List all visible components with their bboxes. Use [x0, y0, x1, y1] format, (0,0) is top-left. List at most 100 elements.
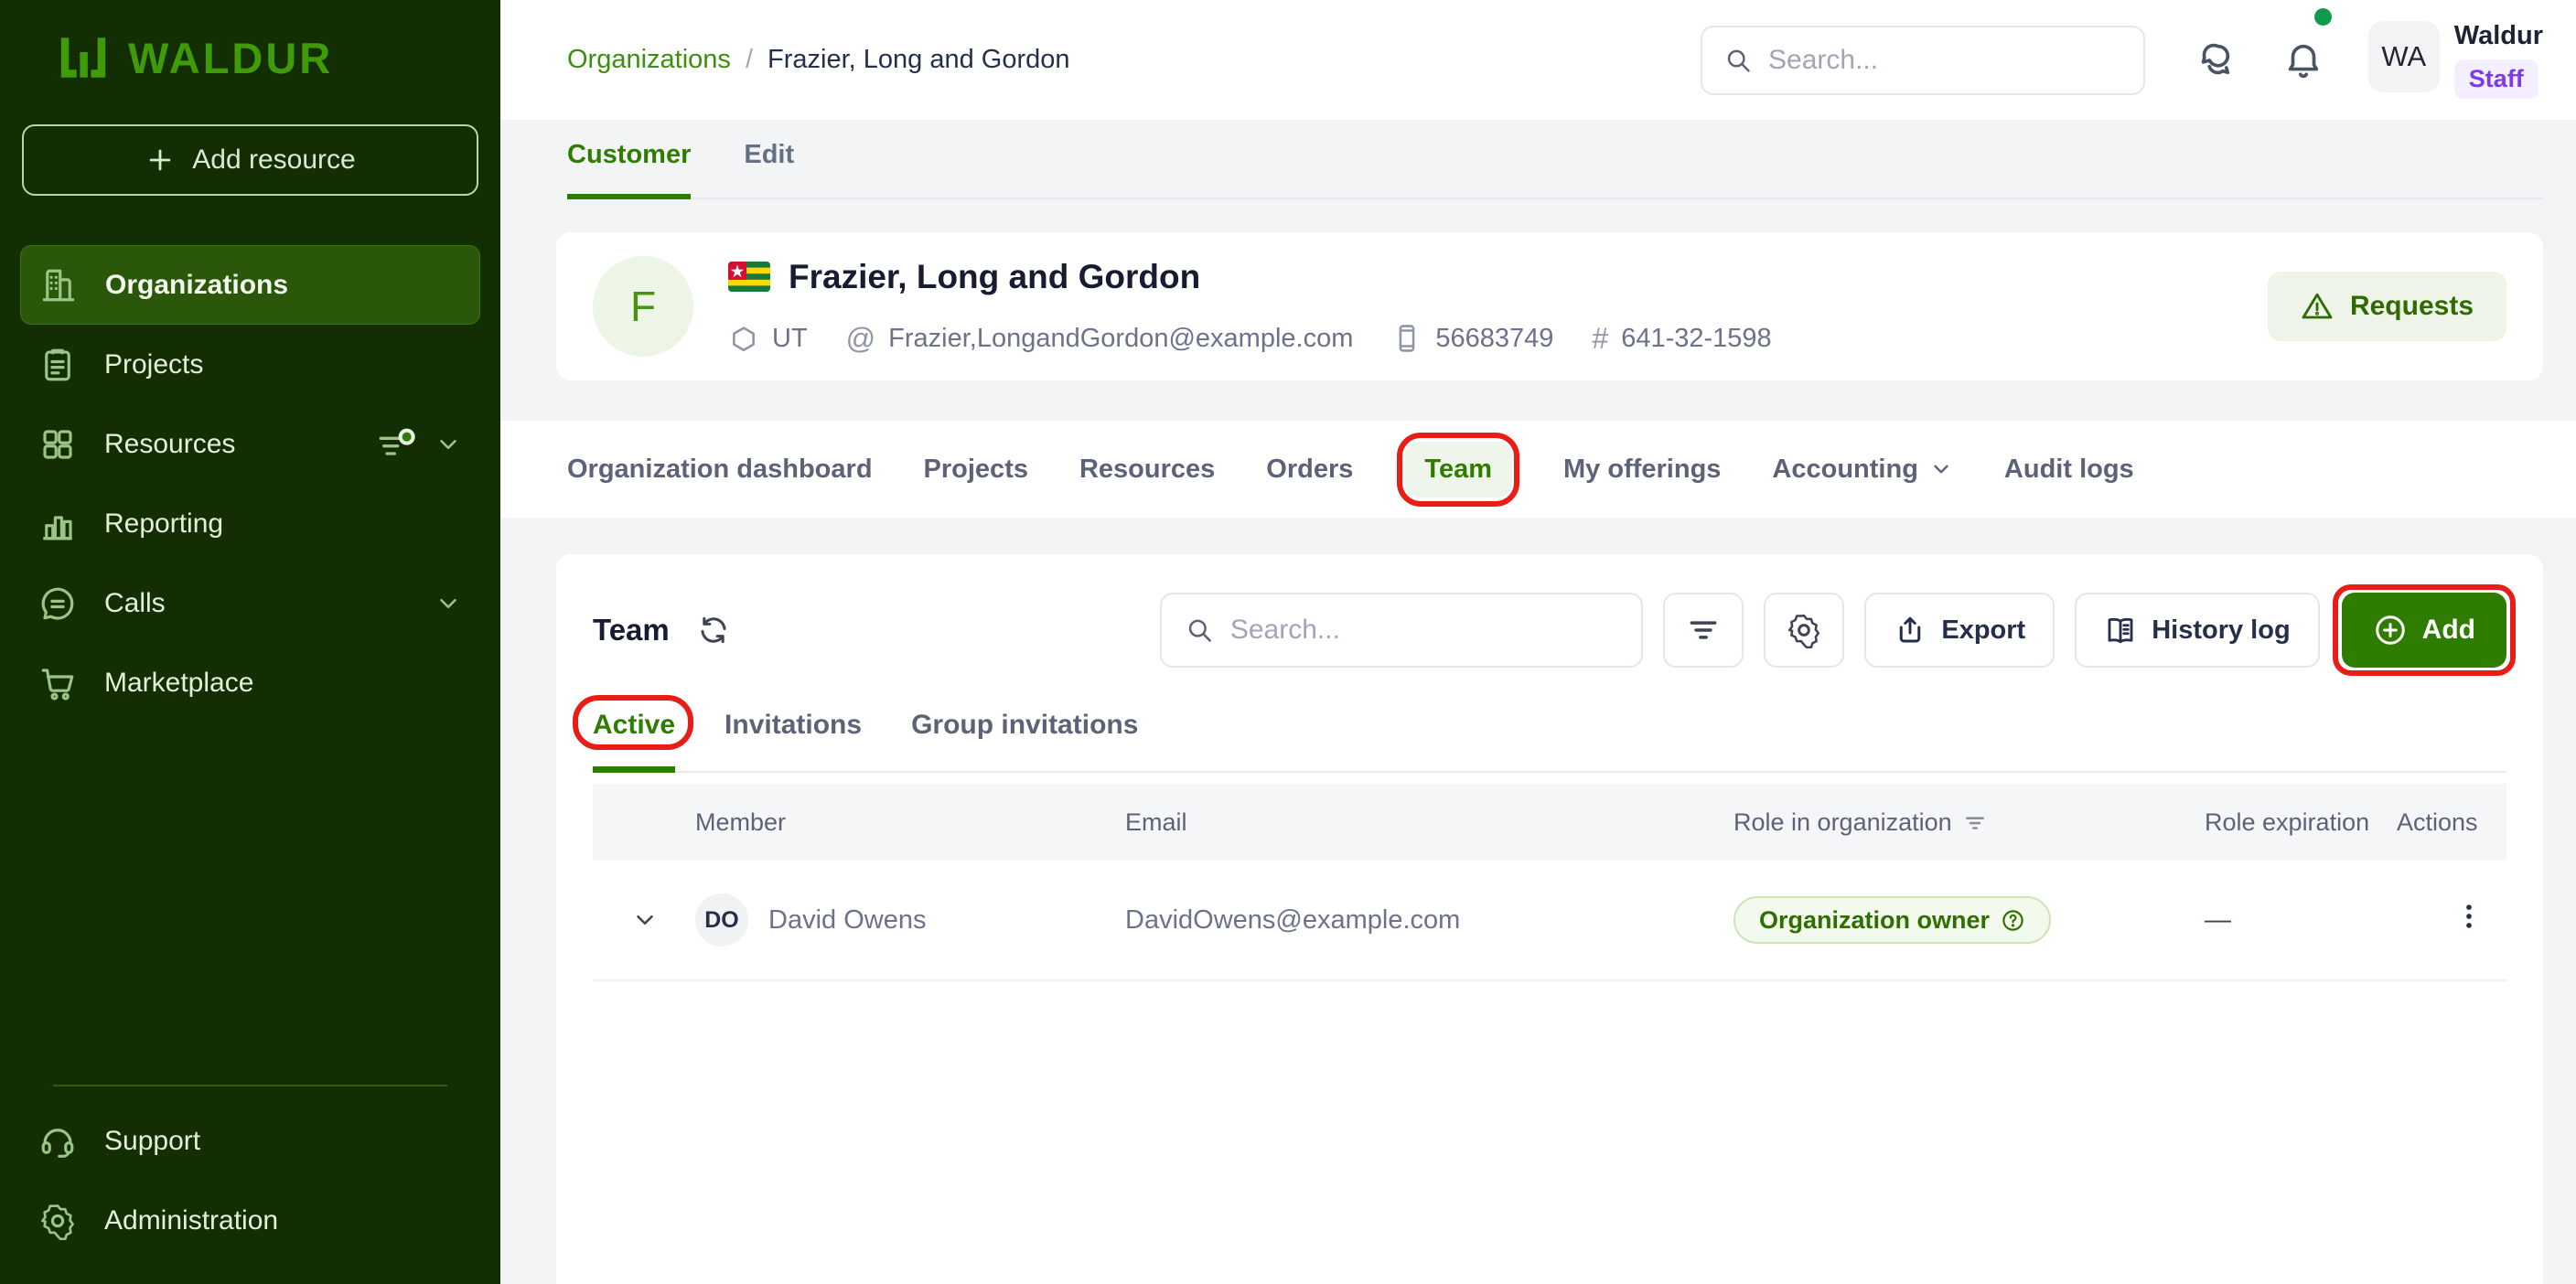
team-tab-active[interactable]: Active	[593, 710, 675, 773]
org-tab-audit-logs[interactable]: Audit logs	[2004, 455, 2134, 485]
clipboard-icon	[38, 346, 77, 384]
email-detail: @ Frazier,LongandGordon@example.com	[846, 322, 1354, 356]
sidebar-item-label: Projects	[104, 349, 203, 380]
sidebar-item-label: Organizations	[105, 270, 288, 301]
sidebar-item-calls[interactable]: Calls	[20, 563, 480, 643]
organization-title: Frazier, Long and Gordon	[789, 258, 1200, 296]
organization-card: F Frazier, Long and Gordon	[556, 232, 2543, 380]
plus-icon	[145, 144, 176, 176]
online-dot	[2314, 8, 2332, 26]
refresh-icon	[697, 614, 730, 647]
organization-details: UT @ Frazier,LongandGordon@example.com 5…	[728, 322, 1772, 356]
sidebar-item-support[interactable]: Support	[20, 1101, 480, 1181]
add-resource-button[interactable]: Add resource	[22, 124, 478, 196]
filter-button[interactable]	[1663, 593, 1744, 668]
team-title: Team	[593, 613, 670, 647]
org-tab-resources[interactable]: Resources	[1079, 455, 1215, 485]
filter-active-icon[interactable]	[374, 426, 418, 463]
org-tab-orders[interactable]: Orders	[1266, 455, 1353, 485]
refresh-button[interactable]	[697, 614, 730, 647]
team-tab-invitations[interactable]: Invitations	[724, 710, 862, 771]
export-label: Export	[1941, 615, 2025, 646]
sidebar-item-marketplace[interactable]: Marketplace	[20, 643, 480, 722]
tab-customer[interactable]: Customer	[567, 140, 691, 199]
team-tab-group-invitations[interactable]: Group invitations	[911, 710, 1138, 771]
column-filter-icon	[1963, 810, 1987, 834]
export-button[interactable]: Export	[1864, 593, 2055, 668]
breadcrumb-separator: /	[746, 45, 753, 75]
history-book-icon	[2104, 614, 2137, 647]
table-settings-button[interactable]	[1764, 593, 1844, 668]
breadcrumb: Organizations / Frazier, Long and Gordon	[567, 45, 1069, 75]
org-tab-projects[interactable]: Projects	[924, 455, 1028, 485]
expiration-column-header: Role expiration	[2205, 808, 2397, 837]
global-search-input[interactable]	[1768, 45, 2121, 76]
add-button-wrap: Add	[2342, 593, 2506, 668]
cart-icon	[38, 664, 77, 702]
filter-lines-icon	[1686, 613, 1721, 647]
role-column-label: Role in organization	[1733, 808, 1952, 837]
team-header: Team Export	[593, 554, 2506, 668]
staff-badge: Staff	[2454, 59, 2538, 99]
email-column-header: Email	[1125, 808, 1733, 837]
abbreviation-value: UT	[772, 324, 808, 354]
sidebar-item-projects[interactable]: Projects	[20, 325, 480, 404]
sidebar-item-label: Reporting	[104, 508, 223, 540]
team-panel: Team Export	[556, 554, 2543, 1284]
add-member-button[interactable]: Add	[2342, 593, 2506, 668]
chevron-down-icon[interactable]	[435, 431, 462, 458]
hexagon-icon	[728, 323, 759, 354]
messages-button[interactable]	[2193, 39, 2235, 81]
org-tab-accounting[interactable]: Accounting	[1772, 455, 1953, 485]
row-actions-button[interactable]	[2397, 901, 2485, 932]
row-expander[interactable]	[593, 906, 695, 934]
abbreviation-detail: UT	[728, 323, 808, 354]
expiration-cell: —	[2205, 905, 2397, 936]
user-menu[interactable]: WA Waldur Staff	[2368, 21, 2543, 98]
role-badge[interactable]: Organization owner	[1733, 896, 2051, 944]
plus-circle-icon	[2373, 613, 2408, 647]
sidebar-item-administration[interactable]: Administration	[20, 1181, 480, 1260]
team-tabs: Active Invitations Group invitations	[593, 710, 2506, 773]
chevron-down-icon	[1929, 457, 1953, 481]
member-name: David Owens	[768, 905, 926, 936]
waldur-logo-icon	[57, 31, 110, 84]
notifications-button[interactable]	[2282, 39, 2324, 81]
gear-icon	[1786, 612, 1822, 648]
sidebar-item-label: Administration	[104, 1205, 278, 1236]
chevron-down-icon[interactable]	[435, 590, 462, 617]
headset-icon	[38, 1122, 77, 1161]
member-cell[interactable]: DO David Owens	[695, 893, 1125, 947]
chat-bubbles-icon	[2193, 39, 2235, 81]
requests-label: Requests	[2350, 291, 2474, 322]
logo[interactable]: WALDUR	[0, 0, 500, 84]
sidebar-item-resources[interactable]: Resources	[20, 404, 480, 484]
topbar: Organizations / Frazier, Long and Gordon…	[500, 0, 2576, 120]
team-search-input[interactable]	[1230, 615, 1618, 646]
user-name: Waldur	[2454, 21, 2543, 51]
history-log-button[interactable]: History log	[2075, 593, 2319, 668]
role-column-header[interactable]: Role in organization	[1733, 808, 2205, 837]
org-tab-dashboard[interactable]: Organization dashboard	[567, 455, 873, 485]
team-tab-active-label: Active	[593, 710, 675, 740]
organization-avatar: F	[593, 256, 693, 357]
sidebar-item-reporting[interactable]: Reporting	[20, 484, 480, 563]
dots-vertical-icon	[2453, 901, 2485, 932]
org-tab-team[interactable]: Team	[1404, 442, 1512, 498]
search-icon	[1724, 45, 1752, 76]
team-search	[1160, 593, 1643, 668]
gear-icon	[38, 1202, 77, 1240]
hash-icon: #	[1592, 322, 1608, 356]
organization-nav-tabs: Organization dashboard Projects Resource…	[500, 421, 2576, 518]
member-column-header: Member	[695, 808, 1125, 837]
requests-button[interactable]: Requests	[2268, 272, 2506, 341]
sidebar-item-organizations[interactable]: Organizations	[20, 245, 480, 325]
tab-edit[interactable]: Edit	[744, 140, 794, 198]
breadcrumb-organizations-link[interactable]: Organizations	[567, 45, 731, 75]
registration-value: 641-32-1598	[1621, 324, 1771, 354]
member-avatar: DO	[695, 893, 748, 947]
org-tab-my-offerings[interactable]: My offerings	[1563, 455, 1721, 485]
table-row: DO David Owens DavidOwens@example.com Or…	[593, 861, 2506, 981]
breadcrumb-current: Frazier, Long and Gordon	[767, 45, 1069, 75]
mobile-phone-icon	[1391, 323, 1422, 354]
